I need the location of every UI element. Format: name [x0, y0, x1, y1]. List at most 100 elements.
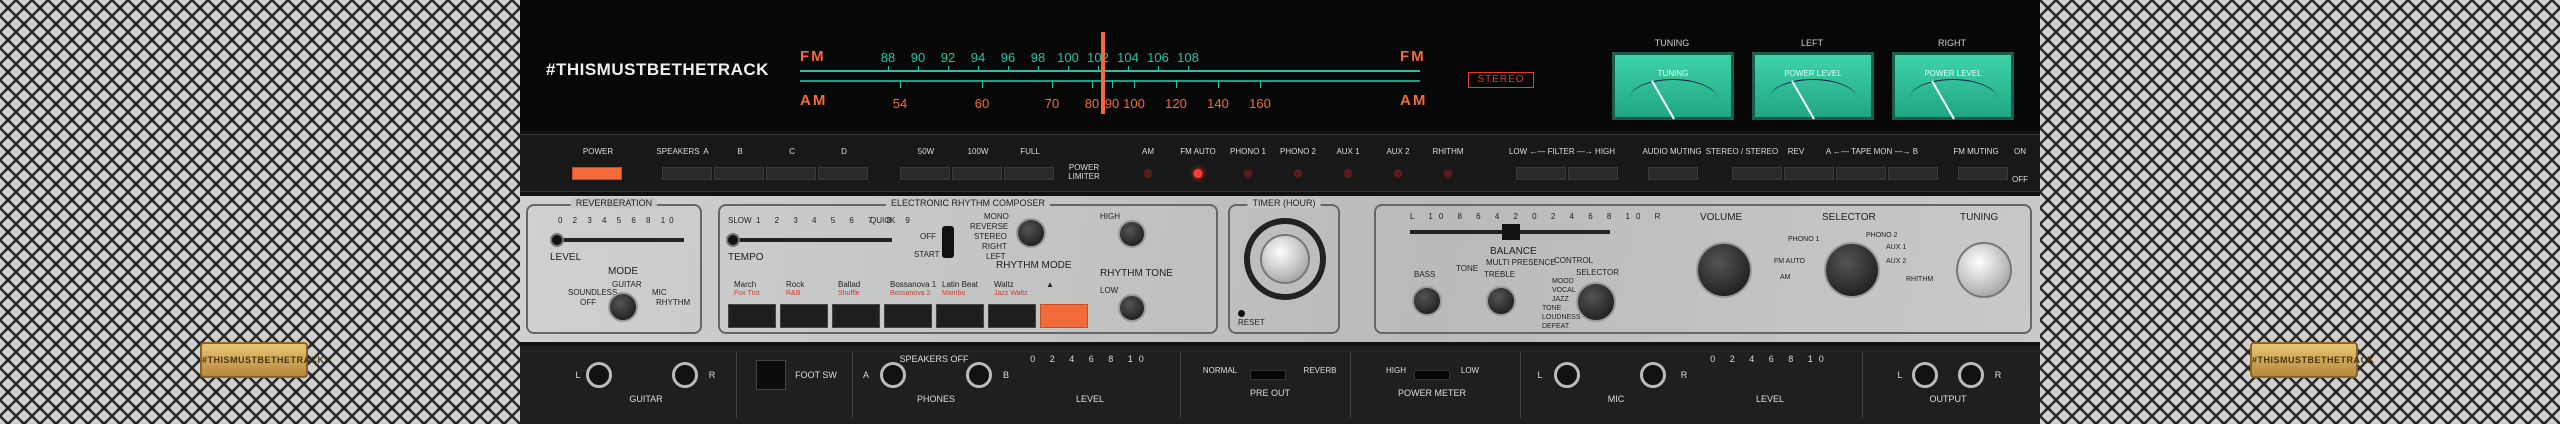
phones-a-jack[interactable]	[880, 362, 906, 388]
bass-label: BASS	[1414, 270, 1436, 279]
mic-l-jack[interactable]	[1554, 362, 1580, 388]
filter-label: LOW ←— FILTER —→ HIGH	[1508, 147, 1616, 156]
am-scale-tick	[1176, 80, 1177, 88]
fm-scale-tick	[1038, 66, 1039, 72]
rhythm-tone-low-knob[interactable]	[1118, 294, 1146, 322]
tuning-pointer[interactable]	[1101, 32, 1105, 114]
fm-scale-line	[800, 70, 1420, 72]
rhythm-pattern-pad[interactable]	[728, 304, 776, 328]
filter-high-switch[interactable]	[1568, 167, 1618, 180]
guitar-l-label: L	[575, 370, 581, 380]
meter-arc	[1769, 79, 1857, 119]
speaker-d-switch[interactable]	[818, 167, 868, 180]
am-scale-line	[800, 80, 1420, 82]
fm-scale-number: 100	[1057, 50, 1079, 65]
reverb-mode-knob[interactable]	[608, 292, 638, 322]
am-scale-number: 140	[1207, 96, 1229, 111]
am-scale-tick	[1260, 80, 1261, 88]
source-led-rhithm[interactable]	[1443, 169, 1453, 178]
am-scale-number: 70	[1044, 96, 1060, 111]
reset-label: RESET	[1238, 318, 1265, 327]
fm-muting-switch[interactable]	[1958, 167, 2008, 180]
multi-presence-label: MULTI PRESENCE	[1486, 258, 1556, 267]
reverb-level-slider[interactable]	[554, 238, 684, 242]
source-led-fm-auto[interactable]	[1193, 169, 1203, 178]
output-l-jack[interactable]	[1912, 362, 1938, 388]
full-switch[interactable]	[1004, 167, 1054, 180]
50w-label: 50W	[917, 147, 935, 156]
phones-b-label: B	[1002, 370, 1010, 380]
power-meter-toggle[interactable]	[1414, 370, 1450, 380]
mode-reverse-label: REVERSE	[970, 222, 1009, 231]
pattern-top-label: Ballad	[838, 280, 861, 289]
bass-knob[interactable]	[1412, 286, 1442, 316]
pre-out-toggle[interactable]	[1250, 370, 1286, 380]
am-scale-tick	[1112, 80, 1113, 88]
fm-scale-number: 98	[1030, 50, 1046, 65]
source-led-am[interactable]	[1143, 169, 1153, 178]
reset-button[interactable]	[1238, 310, 1245, 317]
control-mode-label: MOOD	[1552, 278, 1574, 285]
reverb-level-handle[interactable]	[550, 233, 564, 247]
fm-scale-tick	[1158, 66, 1159, 72]
fm-scale-tick	[1128, 66, 1129, 72]
rhythm-pattern-pad[interactable]	[988, 304, 1036, 328]
timer-knob[interactable]	[1260, 234, 1310, 284]
rhythm-pattern-pad[interactable]	[832, 304, 880, 328]
rhythm-tone-high-knob[interactable]	[1118, 220, 1146, 248]
rhythm-pattern-pad[interactable]	[780, 304, 828, 328]
guitar-l-jack[interactable]	[586, 362, 612, 388]
tempo-handle[interactable]	[726, 233, 740, 247]
speaker-a-switch[interactable]	[662, 167, 712, 180]
speaker-d-label: D	[841, 147, 847, 156]
pattern-bottom-label: Mambo	[942, 290, 966, 297]
foot-switch-jack[interactable]	[756, 360, 786, 390]
rhythm-mode-knob[interactable]	[1016, 218, 1046, 248]
pattern-top-label: Latin Beat	[942, 280, 979, 289]
start-toggle[interactable]	[942, 226, 954, 258]
tape-mon-b-switch[interactable]	[1888, 167, 1938, 180]
mic-r-jack[interactable]	[1640, 362, 1666, 388]
audio-muting-switch[interactable]	[1648, 167, 1698, 180]
rev-label: REV	[1787, 147, 1805, 156]
tape-mon-a-switch[interactable]	[1836, 167, 1886, 180]
tempo-quick-label: QUICK	[870, 216, 896, 225]
stereo-mono-switch[interactable]	[1732, 167, 1782, 180]
separator	[736, 352, 737, 418]
source-label-aux-1: AUX 1	[1336, 147, 1360, 156]
control-selector-knob[interactable]	[1576, 282, 1616, 322]
source-led-aux-1[interactable]	[1343, 169, 1353, 178]
frequency-dial[interactable]: 88 90 92 94 96 98 100 102 104 106 108 54 60 70 80 90 10…	[800, 42, 1420, 112]
fm-scale-number: 108	[1177, 50, 1199, 65]
speaker-c-switch[interactable]	[766, 167, 816, 180]
guitar-r-jack[interactable]	[672, 362, 698, 388]
balance-handle[interactable]	[1502, 224, 1520, 240]
am-scale-number: 90	[1104, 96, 1120, 111]
rhythm-tone-high-label: HIGH	[1100, 212, 1120, 221]
source-led-aux-2[interactable]	[1393, 169, 1403, 178]
control-mode-label: DEFEAT	[1542, 323, 1570, 330]
volume-knob[interactable]	[1696, 242, 1752, 298]
rhythm-pattern-pad[interactable]	[884, 304, 932, 328]
fm-scale-number: 92	[940, 50, 956, 65]
rhythm-pattern-pad[interactable]	[936, 304, 984, 328]
50w-switch[interactable]	[900, 167, 950, 180]
selector-option-label: FM AUTO	[1774, 258, 1805, 265]
source-label-am: AM	[1142, 147, 1154, 156]
rhythm-pattern-pad[interactable]	[1040, 304, 1088, 328]
rev-switch[interactable]	[1784, 167, 1834, 180]
mode-mic-label: MIC	[652, 288, 667, 297]
source-led-phono-2[interactable]	[1293, 169, 1303, 178]
output-r-jack[interactable]	[1958, 362, 1984, 388]
filter-low-switch[interactable]	[1516, 167, 1566, 180]
100w-switch[interactable]	[952, 167, 1002, 180]
phones-b-jack[interactable]	[966, 362, 992, 388]
tempo-slider[interactable]	[730, 238, 892, 242]
power-button[interactable]	[572, 167, 622, 180]
treble-knob[interactable]	[1486, 286, 1516, 316]
phones-level-scale: 0 2 4 6 8 10	[1030, 354, 1150, 364]
source-led-phono-1[interactable]	[1243, 169, 1253, 178]
tuning-knob[interactable]	[1956, 242, 2012, 298]
source-selector-knob[interactable]	[1824, 242, 1880, 298]
speaker-b-switch[interactable]	[714, 167, 764, 180]
